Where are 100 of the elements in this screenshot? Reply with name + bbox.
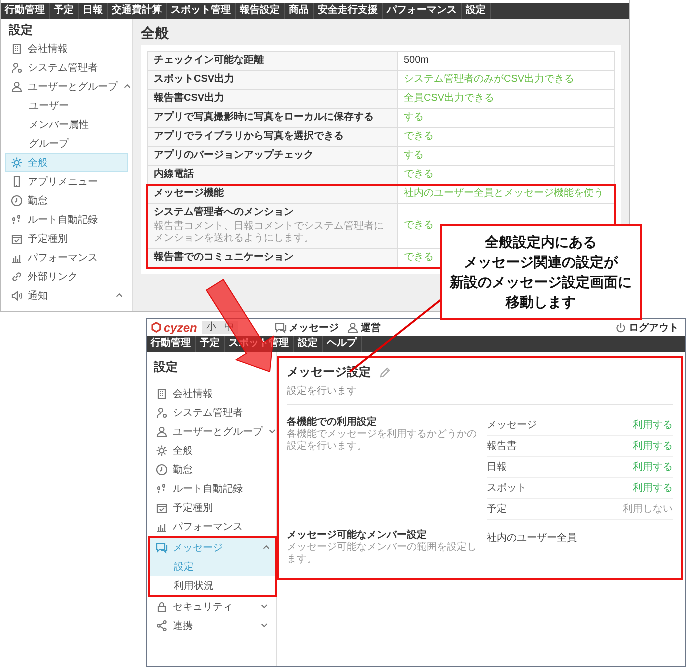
link-icon (11, 270, 23, 282)
page-title: 全般 (141, 24, 170, 43)
person-badge-icon (11, 62, 23, 74)
hexagon-logo-icon (151, 322, 162, 333)
page-subtitle: 設定を行います (287, 381, 673, 405)
callout-text: 移動します (506, 293, 576, 312)
section-description: 各機能でメッセージを利用するかどうかの設定を行います。 (287, 429, 478, 453)
sidebar-item[interactable]: セキュリティ (150, 597, 273, 616)
logout-link[interactable]: ログアウト (615, 320, 679, 334)
setting-label: スポットCSV出力 (154, 74, 236, 86)
person-badge-icon (156, 406, 168, 418)
setting-value: できる (404, 169, 434, 181)
sidebar-item[interactable]: ルート自動記録 (5, 210, 128, 229)
setting-label: アプリでライブラリから写真を選択できる (154, 131, 345, 143)
setting-value: できる (404, 252, 434, 264)
share-icon (156, 620, 168, 632)
sidebar-item[interactable]: 勤怠 (150, 460, 273, 479)
clock-icon (11, 194, 23, 206)
calendar-check-icon (156, 502, 168, 514)
sidebar-subitem[interactable]: グループ (5, 134, 128, 153)
power-icon (615, 322, 627, 334)
sidebar-title: 設定 (8, 22, 34, 39)
setting-value: できる (404, 220, 434, 232)
chevron-down-icon[interactable] (260, 621, 269, 630)
option-value[interactable]: 社内のユーザー全員 (487, 531, 577, 545)
calendar-check-icon (11, 232, 23, 244)
chevron-down-icon[interactable] (268, 427, 277, 436)
sidebar-item[interactable]: パフォーマンス (5, 248, 128, 267)
sidebar-item[interactable]: 勤怠 (5, 191, 128, 210)
chat-icon (156, 542, 168, 554)
chevron-up-icon[interactable] (123, 82, 132, 91)
sidebar-item[interactable]: 予定種別 (5, 229, 128, 248)
setting-label: 内線電話 (154, 169, 195, 181)
sidebar-item[interactable]: 会社情報 (5, 39, 128, 58)
setting-value: する (404, 150, 424, 162)
lock-icon (156, 600, 168, 612)
setting-value: システム管理者のみがCSV出力できる (404, 74, 575, 86)
sidebar-title: 設定 (152, 359, 179, 376)
chat-icon (275, 322, 287, 334)
setting-value: できる (404, 131, 434, 143)
pencil-icon[interactable] (379, 366, 391, 378)
option-label: 日報 (487, 460, 507, 474)
nav-tab[interactable]: ヘルプ (323, 336, 362, 352)
nav-tab[interactable]: 設定 (294, 336, 323, 352)
chevron-up-icon[interactable] (262, 543, 271, 552)
setting-value: 500m (404, 55, 430, 67)
sidebar-item[interactable]: 全般 (150, 441, 273, 460)
phone-icon (11, 176, 23, 188)
sidebar-item[interactable]: システム管理者 (5, 58, 128, 77)
setting-label: 報告書でのコミュニケーション (154, 252, 295, 264)
sidebar-item[interactable]: ユーザーとグループ (150, 422, 273, 441)
setting-label: チェックイン可能な距離 (154, 55, 265, 67)
sidebar-item[interactable]: アプリメニュー (5, 172, 128, 191)
section-description: メッセージ可能なメンバーの範囲を設定します。 (287, 542, 478, 566)
option-label: スポット (487, 482, 527, 495)
logo-text: cyzen (164, 320, 198, 334)
section-title: メッセージ可能なメンバー設定 (287, 528, 428, 542)
setting-label: システム管理者へのメンション (154, 207, 295, 219)
font-size-button[interactable]: 小 (202, 321, 220, 334)
footprints-icon (156, 482, 168, 494)
sidebar-item[interactable]: ユーザーとグループ (5, 77, 128, 96)
option-label: 予定 (487, 502, 507, 516)
setting-label: メッセージ機能 (154, 188, 225, 200)
setting-value: する (404, 112, 424, 124)
person-icon (347, 322, 359, 334)
setting-label: アプリで写真撮影時に写真をローカルに保存する (154, 112, 375, 124)
footprints-icon (11, 214, 23, 226)
sidebar-item[interactable]: 連携 (150, 616, 273, 635)
sidebar-item[interactable]: 外部リンク (5, 267, 128, 286)
settings-icon (156, 444, 168, 456)
person-icon (11, 80, 23, 92)
option-label: メッセージ (487, 419, 537, 432)
sidebar-item[interactable]: 予定種別 (150, 498, 273, 517)
sidebar-item[interactable]: ルート自動記録 (150, 479, 273, 498)
sidebar-item[interactable]: 会社情報 (150, 384, 273, 403)
callout-text: 全般設定内にある (485, 233, 597, 252)
callout-text: メッセージ関連の設定が (464, 253, 618, 272)
header-link[interactable]: メッセージ (275, 320, 339, 334)
section-title: 各機能での利用設定 (287, 415, 378, 428)
setting-label: 報告書CSV出力 (154, 93, 226, 105)
sidebar-item[interactable]: 通知 (5, 286, 128, 305)
sidebar-subitem[interactable]: メンバー属性 (5, 115, 128, 134)
sidebar-item[interactable]: パフォーマンス (150, 517, 273, 536)
sidebar-subitem[interactable]: 利用状況 (150, 576, 275, 595)
building-icon (156, 388, 168, 400)
setting-label: アプリのバージョンアップチェック (154, 150, 315, 162)
clock-icon (156, 464, 168, 476)
settings-icon (11, 156, 23, 168)
setting-value: 社内のユーザー全員とメッセージ機能を使う (404, 188, 604, 200)
sidebar-item[interactable]: システム管理者 (150, 403, 273, 422)
person-icon (156, 426, 168, 438)
setting-note: 報告書コメント、日報コメントでシステム管理者にメンションを送れるようにします。 (154, 221, 385, 245)
chevron-down-icon[interactable] (260, 602, 269, 611)
chevron-up-icon[interactable] (115, 291, 124, 300)
callout-text: 新設のメッセージ設定画面に (450, 273, 632, 292)
speaker-icon (11, 290, 23, 302)
setting-value: 全員CSV出力できる (404, 93, 495, 105)
building-icon (11, 42, 23, 54)
sidebar-subitem[interactable]: ユーザー (5, 96, 128, 115)
header-link[interactable]: 運営 (347, 320, 381, 334)
